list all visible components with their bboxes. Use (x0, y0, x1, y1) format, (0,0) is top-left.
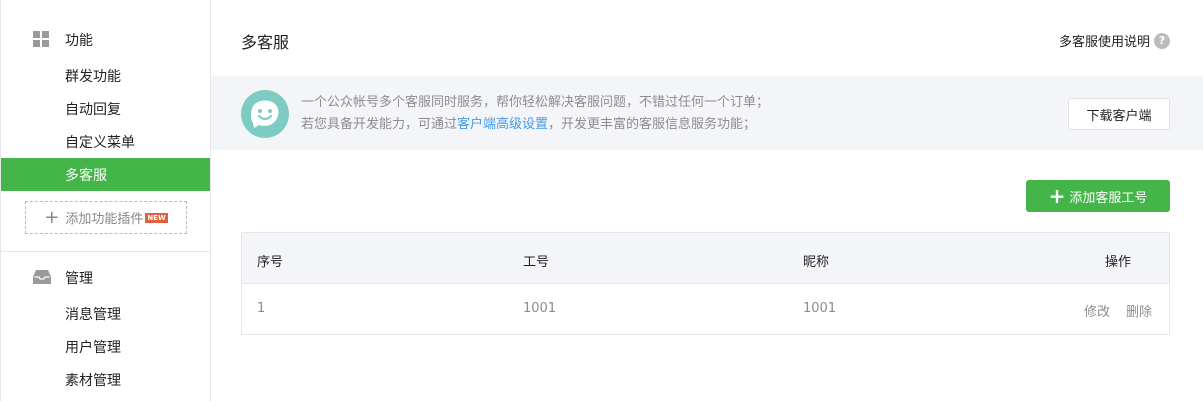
help-link[interactable]: 多客服使用说明 ? (1059, 31, 1170, 50)
page-title: 多客服 (241, 33, 290, 52)
table-row: 1 1001 1001 修改 删除 (242, 284, 1169, 334)
sidebar-item-auto-reply[interactable]: 自动回复 (1, 92, 210, 125)
plus-icon: + (1048, 184, 1066, 208)
advanced-settings-link[interactable]: 客户端高级设置 (457, 117, 548, 132)
add-plugin-label: 添加功能插件 (65, 212, 144, 227)
edit-link[interactable]: 修改 (1084, 301, 1110, 320)
header-index: 序号 (257, 255, 284, 270)
header-nickname: 昵称 (803, 255, 830, 270)
main-content: 多客服 多客服使用说明 ? 一个公众帐号多个客服同时服务，帮你轻松解决客服问题，… (211, 0, 1203, 401)
agents-table: 序号 工号 昵称 操作 1 1001 1001 修改 删除 (241, 232, 1170, 335)
cell-index: 1 (257, 301, 266, 316)
help-link-label: 多客服使用说明 (1058, 35, 1150, 50)
cell-id: 1001 (523, 301, 557, 316)
sidebar-item-label: 用户管理 (65, 339, 121, 356)
cell-nickname: 1001 (803, 301, 837, 316)
info-line-2-suffix: ，开发更丰富的客服信息服务功能； (548, 117, 757, 132)
sidebar-item-messages[interactable]: 消息管理 (1, 297, 210, 330)
header-actions: 操作 (1105, 255, 1132, 270)
grid-icon (33, 31, 51, 49)
sidebar-item-label: 自动回复 (65, 101, 121, 118)
sidebar-divider (1, 251, 210, 252)
sidebar-section-title: 管理 (65, 271, 93, 287)
new-badge: NEW (145, 212, 168, 223)
sidebar: 功能 群发功能 自动回复 自定义菜单 多客服 + 添加功能插件 NEW 管理 消… (1, 0, 211, 401)
sidebar-item-label: 素材管理 (65, 372, 121, 389)
sidebar-item-mass-send[interactable]: 群发功能 (1, 59, 210, 92)
info-line-2-prefix: 若您具备开发能力，可通过 (301, 117, 458, 132)
sidebar-section-features: 功能 (1, 20, 210, 60)
add-agent-label: 添加客服工号 (1069, 190, 1148, 206)
sidebar-item-users[interactable]: 用户管理 (1, 330, 210, 363)
info-banner: 一个公众帐号多个客服同时服务，帮你轻松解决客服问题，不错过任何一个订单； 若您具… (211, 76, 1203, 150)
sidebar-item-label: 消息管理 (65, 306, 121, 323)
download-client-button[interactable]: 下载客户端 (1068, 98, 1170, 130)
header-id: 工号 (523, 255, 550, 270)
sidebar-item-label: 群发功能 (65, 68, 121, 85)
sidebar-item-materials[interactable]: 素材管理 (1, 363, 210, 396)
smiley-chat-icon (241, 90, 289, 138)
app-frame: 功能 群发功能 自动回复 自定义菜单 多客服 + 添加功能插件 NEW 管理 消… (0, 0, 1203, 401)
plus-icon: + (44, 206, 60, 228)
info-line-1: 一个公众帐号多个客服同时服务，帮你轻松解决客服问题，不错过任何一个订单； (301, 95, 770, 110)
sidebar-section-title: 功能 (65, 33, 93, 49)
sidebar-section-management: 管理 (1, 258, 210, 298)
add-agent-button[interactable]: + 添加客服工号 (1026, 180, 1170, 212)
tray-icon (33, 269, 51, 287)
table-header: 序号 工号 昵称 操作 (242, 233, 1169, 284)
question-icon: ? (1154, 32, 1170, 49)
sidebar-item-custom-menu[interactable]: 自定义菜单 (1, 125, 210, 158)
delete-link[interactable]: 删除 (1126, 301, 1152, 320)
info-line-2: 若您具备开发能力，可通过客户端高级设置，开发更丰富的客服信息服务功能； (301, 114, 769, 136)
sidebar-item-label: 自定义菜单 (65, 134, 135, 151)
sidebar-item-customer-service[interactable]: 多客服 (1, 158, 210, 191)
info-text: 一个公众帐号多个客服同时服务，帮你轻松解决客服问题，不错过任何一个订单； 若您具… (301, 92, 769, 136)
add-plugin-button[interactable]: + 添加功能插件 NEW (25, 201, 187, 234)
sidebar-item-label: 多客服 (65, 167, 107, 184)
